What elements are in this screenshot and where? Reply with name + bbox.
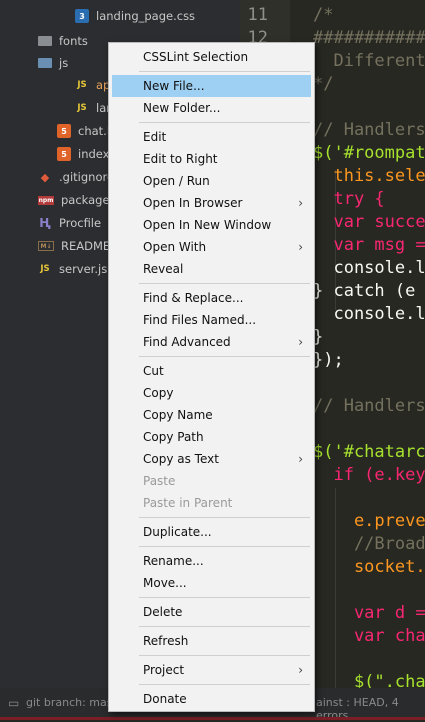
tree-item-label: Procfile	[59, 216, 102, 230]
code-line: // Handlers	[313, 120, 425, 140]
code-line: } catch (e	[313, 281, 416, 301]
chevron-right-icon: ›	[298, 240, 303, 254]
tree-item-label: .gitignore	[59, 170, 115, 184]
code-line: // Handlers	[313, 396, 425, 416]
folder-open-icon	[38, 58, 52, 68]
code-line: ############	[313, 28, 425, 48]
line-number: 11	[247, 5, 268, 25]
menu-separator	[139, 356, 310, 357]
tree-item-index-html[interactable]: 5 index.	[57, 143, 113, 165]
code-line: var msg =	[313, 235, 425, 255]
code-line: //Broad	[313, 534, 425, 554]
menu-item-reveal[interactable]: Reveal	[112, 258, 311, 280]
menu-separator	[139, 626, 310, 627]
menu-item-open-in-browser[interactable]: Open In Browser ›	[112, 192, 311, 214]
tree-item-label: js	[59, 56, 69, 70]
chevron-right-icon: ›	[298, 196, 303, 210]
tree-item-server-js[interactable]: JS server.js	[38, 258, 107, 280]
tree-item-ap-js[interactable]: JS ap	[75, 74, 110, 96]
code-line: var d =	[313, 603, 425, 623]
chevron-right-icon: ›	[298, 663, 303, 677]
menu-item-copy-as-text[interactable]: Copy as Text ›	[112, 448, 311, 470]
code-line: try {	[313, 189, 385, 209]
git-branch-status[interactable]: git branch: mast	[26, 696, 117, 709]
tree-item-js-folder[interactable]: js	[38, 52, 68, 74]
js-icon: JS	[77, 103, 87, 113]
menu-item-duplicate[interactable]: Duplicate...	[112, 521, 311, 543]
code-line: Different	[313, 51, 425, 71]
markdown-icon: M↓	[38, 241, 54, 251]
menu-item-edit-to-right[interactable]: Edit to Right	[112, 148, 311, 170]
code-line: socket.	[313, 557, 425, 577]
chevron-right-icon: ›	[298, 452, 303, 466]
menu-item-find-replace[interactable]: Find & Replace...	[112, 287, 311, 309]
css3-icon: 3	[75, 9, 89, 23]
tree-item-label: fonts	[59, 34, 88, 48]
chevron-right-icon: ›	[298, 335, 303, 349]
git-icon: ◆	[40, 170, 50, 184]
menu-separator	[139, 655, 310, 656]
tree-item-landing-page-css[interactable]: 3 landing_page.css	[75, 5, 195, 27]
tree-item-gitignore[interactable]: ◆ .gitignore	[38, 166, 114, 188]
menu-item-find-files-named[interactable]: Find Files Named...	[112, 309, 311, 331]
tree-item-fonts-folder[interactable]: fonts	[38, 30, 88, 52]
menu-item-paste: Paste	[143, 474, 176, 488]
menu-item-project[interactable]: Project ›	[112, 659, 311, 681]
code-line: $('#roompat	[313, 143, 425, 163]
html5-icon: 5	[57, 147, 71, 161]
menu-item-copy-name[interactable]: Copy Name	[112, 404, 311, 426]
menu-item-open-run[interactable]: Open / Run	[112, 170, 311, 192]
code-line: */	[313, 74, 334, 94]
code-line: e.preve	[313, 511, 425, 531]
menu-separator	[139, 71, 310, 72]
code-line: var cha	[313, 626, 425, 646]
context-menu: CSSLint Selection New File... New Folder…	[108, 42, 315, 712]
code-line: /*	[313, 5, 334, 25]
menu-separator	[139, 684, 310, 685]
menu-separator	[139, 517, 310, 518]
html5-icon: 5	[57, 124, 71, 138]
menu-item-find-advanced[interactable]: Find Advanced ›	[112, 331, 311, 353]
menu-item-copy[interactable]: Copy	[112, 382, 311, 404]
menu-item-move[interactable]: Move...	[112, 572, 311, 594]
menu-item-csslint-selection[interactable]: CSSLint Selection	[112, 46, 311, 68]
code-line: $(".cha	[313, 672, 425, 688]
code-line: console.l	[313, 258, 425, 278]
js-icon: JS	[40, 264, 50, 274]
menu-separator	[139, 546, 310, 547]
tree-item-lar-js[interactable]: JS lar	[75, 97, 111, 119]
procfile-icon: Ⱨ	[39, 216, 51, 230]
tree-item-chat-html[interactable]: 5 chat.h	[57, 120, 114, 142]
tree-item-label: landing_page.css	[96, 9, 196, 23]
menu-item-new-folder[interactable]: New Folder...	[112, 97, 311, 119]
menu-item-open-with[interactable]: Open With ›	[112, 236, 311, 258]
menu-item-paste-in-parent: Paste in Parent	[143, 496, 233, 510]
tree-item-label: server.js	[59, 262, 108, 276]
menu-item-delete[interactable]: Delete	[112, 601, 311, 623]
menu-item-open-in-new-window[interactable]: Open In New Window	[112, 214, 311, 236]
code-line: });	[313, 350, 344, 370]
tree-item-procfile[interactable]: Ⱨ Procfile	[38, 212, 101, 234]
menu-separator	[139, 597, 310, 598]
code-line: console.l	[313, 304, 425, 324]
menu-item-rename[interactable]: Rename...	[112, 550, 311, 572]
code-line: this.sele	[313, 166, 425, 186]
menu-item-refresh[interactable]: Refresh	[112, 630, 311, 652]
menu-item-cut[interactable]: Cut	[112, 360, 311, 382]
menu-item-new-file[interactable]: New File...	[112, 75, 311, 97]
menu-item-edit[interactable]: Edit	[112, 126, 311, 148]
tree-item-package-json[interactable]: npm package.j	[38, 189, 116, 211]
menu-item-copy-path[interactable]: Copy Path	[112, 426, 311, 448]
code-line: $('#chatarc	[313, 442, 425, 462]
js-icon: JS	[77, 80, 87, 90]
menu-separator	[139, 283, 310, 284]
menu-separator	[139, 122, 310, 123]
folder-icon	[38, 36, 52, 46]
code-line: var succe	[313, 212, 425, 232]
code-line: if (e.key	[313, 465, 425, 485]
status-bar-icon: ▭	[8, 696, 20, 710]
menu-item-donate[interactable]: Donate	[112, 688, 311, 710]
npm-icon: npm	[38, 195, 54, 205]
